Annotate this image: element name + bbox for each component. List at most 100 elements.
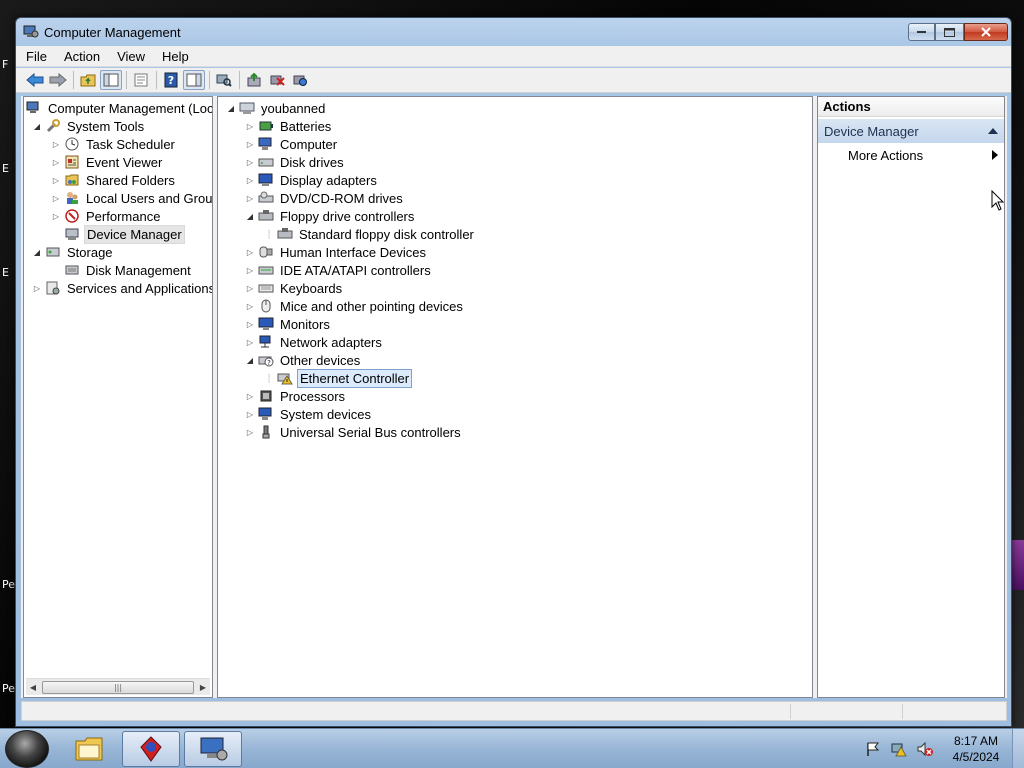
tree-item-event-viewer[interactable]: ▷ Event Viewer [51,153,164,171]
expand-arrow-icon[interactable]: ▷ [245,194,255,203]
minimize-button[interactable] [908,23,935,41]
collapse-arrow-icon[interactable]: ◢ [245,356,255,365]
close-button[interactable] [964,23,1008,41]
taskbar-computer-management-button[interactable] [184,731,242,767]
device-category[interactable]: ▷ Human Interface Devices [245,243,428,261]
tree-item-task-scheduler[interactable]: ▷ Task Scheduler [51,135,177,153]
expand-arrow-icon[interactable]: ▷ [245,122,255,131]
tree-label: Device Manager [84,224,185,244]
uninstall-device-icon[interactable] [266,70,288,90]
tree-label: System Tools [67,118,145,134]
scroll-left-icon[interactable]: ◀ [26,683,40,692]
expand-arrow-icon[interactable]: ▷ [245,284,255,293]
expand-arrow-icon[interactable]: ▷ [245,302,255,311]
expand-arrow-icon[interactable]: ▷ [51,176,61,185]
device-label: Computer [280,136,338,152]
expand-arrow-icon[interactable]: ▷ [51,140,61,149]
menu-action[interactable]: Action [64,49,100,64]
device-category[interactable]: ▷ System devices [245,405,373,423]
computer-icon [239,100,255,116]
device-category[interactable]: ▷ Keyboards [245,279,344,297]
tree-item-disk-management[interactable]: Disk Management [64,261,193,279]
tree-item-storage[interactable]: ◢ Storage [32,243,115,261]
device-category[interactable]: ◢? Other devices [245,351,362,369]
properties-icon[interactable] [130,70,152,90]
start-button[interactable] [5,730,49,768]
clock[interactable]: 8:17 AM 4/5/2024 [940,733,1012,765]
show-hide-tree-icon[interactable] [100,70,122,90]
expand-arrow-icon[interactable]: ▷ [51,194,61,203]
expand-arrow-icon[interactable]: ▷ [245,392,255,401]
expand-arrow-icon[interactable]: ▷ [245,266,255,275]
network-warning-icon[interactable] [888,739,910,759]
device-category[interactable]: ▷ DVD/CD-ROM drives [245,189,405,207]
device-item[interactable]: ┊ Standard floppy disk controller [264,225,476,243]
device-category[interactable]: ◢ Floppy drive controllers [245,207,416,225]
device-category[interactable]: ▷ Universal Serial Bus controllers [245,423,463,441]
expand-arrow-icon[interactable]: ▷ [245,158,255,167]
tree-item-performance[interactable]: ▷ Performance [51,207,162,225]
action-center-flag-icon[interactable] [862,739,884,759]
expand-arrow-icon[interactable]: ▷ [245,176,255,185]
help-icon[interactable]: ? [160,70,182,90]
collapse-arrow-icon[interactable]: ◢ [32,122,42,131]
device-category[interactable]: ▷ Display adapters [245,171,379,189]
device-item[interactable]: ┊ Ethernet Controller [264,368,413,388]
device-category[interactable]: ▷ Monitors [245,315,332,333]
expand-arrow-icon[interactable]: ▷ [245,338,255,347]
device-category[interactable]: ▷ Mice and other pointing devices [245,297,465,315]
menu-file[interactable]: File [26,49,47,64]
computer-name: youbanned [261,100,326,116]
taskbar-app-button[interactable] [122,731,180,767]
up-folder-icon[interactable] [77,70,99,90]
actions-section-device-manager[interactable]: Device Manager [818,119,1004,143]
expand-arrow-icon[interactable]: ▷ [32,284,42,293]
show-desktop-button[interactable] [1012,729,1024,768]
scroll-right-icon[interactable]: ▶ [196,683,210,692]
device-category[interactable]: ▷ Processors [245,387,347,405]
device-category[interactable]: ▷ IDE ATA/ATAPI controllers [245,261,433,279]
menu-view[interactable]: View [117,49,145,64]
expand-arrow-icon[interactable]: ▷ [245,140,255,149]
device-label: IDE ATA/ATAPI controllers [280,262,431,278]
tree-item-shared-folders[interactable]: ▷ Shared Folders [51,171,177,189]
device-category[interactable]: ▷ Network adapters [245,333,384,351]
title-bar[interactable]: Computer Management [16,18,1011,47]
collapse-arrow-icon[interactable]: ◢ [245,212,255,221]
forward-arrow-icon[interactable] [47,70,69,90]
taskbar-explorer-button[interactable] [60,731,118,767]
expand-arrow-icon[interactable]: ▷ [51,212,61,221]
more-actions-item[interactable]: More Actions [818,145,1004,165]
menu-help[interactable]: Help [162,49,189,64]
back-arrow-icon[interactable] [24,70,46,90]
hid-icon [258,244,274,260]
update-driver-icon[interactable] [243,70,265,90]
tree-item-services[interactable]: ▷ Services and Applications [32,279,212,297]
scan-hardware-icon[interactable] [213,70,235,90]
floppy-controller-icon [258,208,274,224]
volume-muted-icon[interactable] [914,739,936,759]
expand-arrow-icon[interactable]: ▷ [245,410,255,419]
disable-device-icon[interactable] [289,70,311,90]
device-category[interactable]: ▷ Disk drives [245,153,346,171]
tree-item-device-manager[interactable]: Device Manager [64,224,185,244]
expand-arrow-icon[interactable]: ▷ [51,158,61,167]
show-action-pane-icon[interactable] [183,70,205,90]
maximize-button[interactable] [935,23,964,41]
collapse-icon[interactable] [988,128,998,134]
collapse-arrow-icon[interactable]: ◢ [32,248,42,257]
processor-icon [258,388,274,404]
device-category[interactable]: ▷ Computer [245,135,339,153]
device-category[interactable]: ▷ Batteries [245,117,333,135]
tree-item-system-tools[interactable]: ◢ System Tools [32,117,146,135]
tree-item-root[interactable]: Computer Management (Local [26,99,213,117]
horizontal-scrollbar[interactable]: ◀ ||| ▶ [26,678,210,695]
device-root[interactable]: ◢ youbanned [226,99,327,117]
scrollbar-thumb[interactable]: ||| [42,680,194,694]
expand-arrow-icon[interactable]: ▷ [245,320,255,329]
expand-arrow-icon[interactable]: ▷ [245,248,255,257]
tree-item-local-users[interactable]: ▷ Local Users and Groups [51,189,212,207]
tree-label: Computer Management (Local [48,100,213,116]
collapse-arrow-icon[interactable]: ◢ [226,104,236,113]
expand-arrow-icon[interactable]: ▷ [245,428,255,437]
